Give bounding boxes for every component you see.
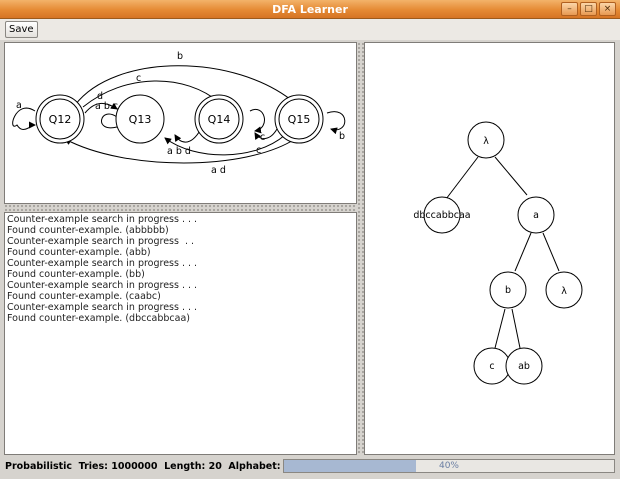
edge-q14-self bbox=[249, 108, 265, 134]
edge-label: a bbox=[16, 100, 22, 111]
state-label: Q13 bbox=[129, 113, 152, 126]
classification-tree: λ dbccabbcaa a b λ c ab bbox=[413, 121, 583, 385]
maximize-icon[interactable]: □ bbox=[580, 2, 597, 16]
log-panel: Counter-example search in progress . . .… bbox=[4, 212, 357, 455]
state-q12[interactable]: Q12 bbox=[35, 94, 85, 144]
edge-q12-q15 bbox=[74, 65, 296, 106]
edge-q12-self bbox=[12, 107, 36, 130]
dfa-graph: Q12 Q13 Q14 Q15 a b c d a b c a b d c c … bbox=[12, 51, 346, 176]
vertical-splitter[interactable] bbox=[357, 42, 364, 455]
edge-label: c bbox=[136, 73, 141, 84]
edge-q14-q13 bbox=[174, 128, 202, 143]
status-text: Probabilistic Tries: 1000000 Length: 20 … bbox=[5, 461, 310, 472]
edge-q15-self bbox=[326, 111, 346, 135]
tree-edge bbox=[511, 308, 521, 349]
toolbar: Save bbox=[0, 19, 620, 40]
log-line: Counter-example search in progress . . . bbox=[7, 280, 198, 291]
log-line: Counter-example search in progress . . . bbox=[7, 302, 198, 313]
tree-node-label: a bbox=[533, 210, 539, 221]
minimize-icon[interactable]: – bbox=[561, 2, 578, 16]
state-label: Q12 bbox=[49, 113, 72, 126]
tree-panel: λ dbccabbcaa a b λ c ab bbox=[364, 42, 615, 455]
edge-label: b bbox=[339, 131, 345, 142]
log-list: Counter-example search in progress . . .… bbox=[5, 213, 356, 324]
state-q14[interactable]: Q14 bbox=[194, 94, 244, 144]
log-line: Counter-example search in progress . . . bbox=[7, 258, 198, 269]
tree-edge bbox=[442, 156, 479, 204]
edge-label: a b d bbox=[167, 146, 191, 157]
edge-label: c bbox=[256, 145, 261, 156]
state-label: Q15 bbox=[288, 113, 311, 126]
log-line: Found counter-example. (caabc) bbox=[7, 291, 161, 302]
dfa-graph-panel: Q12 Q13 Q14 Q15 a b c d a b c a b d c c … bbox=[4, 42, 357, 204]
log-line: Found counter-example. (bb) bbox=[7, 269, 145, 280]
tree-node-label: c bbox=[489, 361, 494, 372]
tree-node-label: λ bbox=[561, 286, 567, 297]
title-bar: DFA Learner – □ × bbox=[0, 0, 620, 19]
edge-label: b bbox=[177, 51, 183, 62]
edge-label: a d bbox=[211, 165, 226, 176]
tree-edge bbox=[494, 308, 506, 349]
tree-edge bbox=[514, 232, 532, 272]
window-title: DFA Learner bbox=[272, 3, 348, 16]
edge-q13-self bbox=[101, 113, 118, 129]
state-label: Q14 bbox=[208, 113, 231, 126]
edge-label: a b c bbox=[95, 101, 118, 112]
tree-node-label: dbccabbcaa bbox=[413, 210, 470, 221]
log-line: Counter-example search in progress . . . bbox=[7, 214, 198, 225]
progress-bar: 40% bbox=[283, 459, 615, 473]
tree-edge bbox=[494, 156, 528, 196]
log-line: Counter-example search in progress . . bbox=[7, 236, 195, 247]
horizontal-splitter[interactable] bbox=[4, 204, 357, 212]
progress-label: 40% bbox=[438, 461, 459, 471]
tree-edge bbox=[542, 232, 560, 272]
log-line: Found counter-example. (abbbbb) bbox=[7, 225, 169, 236]
log-line: Found counter-example. (dbccabbcaa) bbox=[7, 313, 191, 324]
close-icon[interactable]: × bbox=[599, 2, 616, 16]
edge-label: c bbox=[260, 132, 265, 143]
log-line: Found counter-example. (abb) bbox=[7, 247, 151, 258]
tree-node-label: ab bbox=[518, 361, 530, 372]
tree-node-label: b bbox=[505, 285, 511, 296]
save-button[interactable]: Save bbox=[5, 21, 38, 38]
state-q15[interactable]: Q15 bbox=[274, 94, 324, 144]
tree-node-label: λ bbox=[483, 136, 489, 147]
state-q13[interactable]: Q13 bbox=[115, 94, 165, 144]
